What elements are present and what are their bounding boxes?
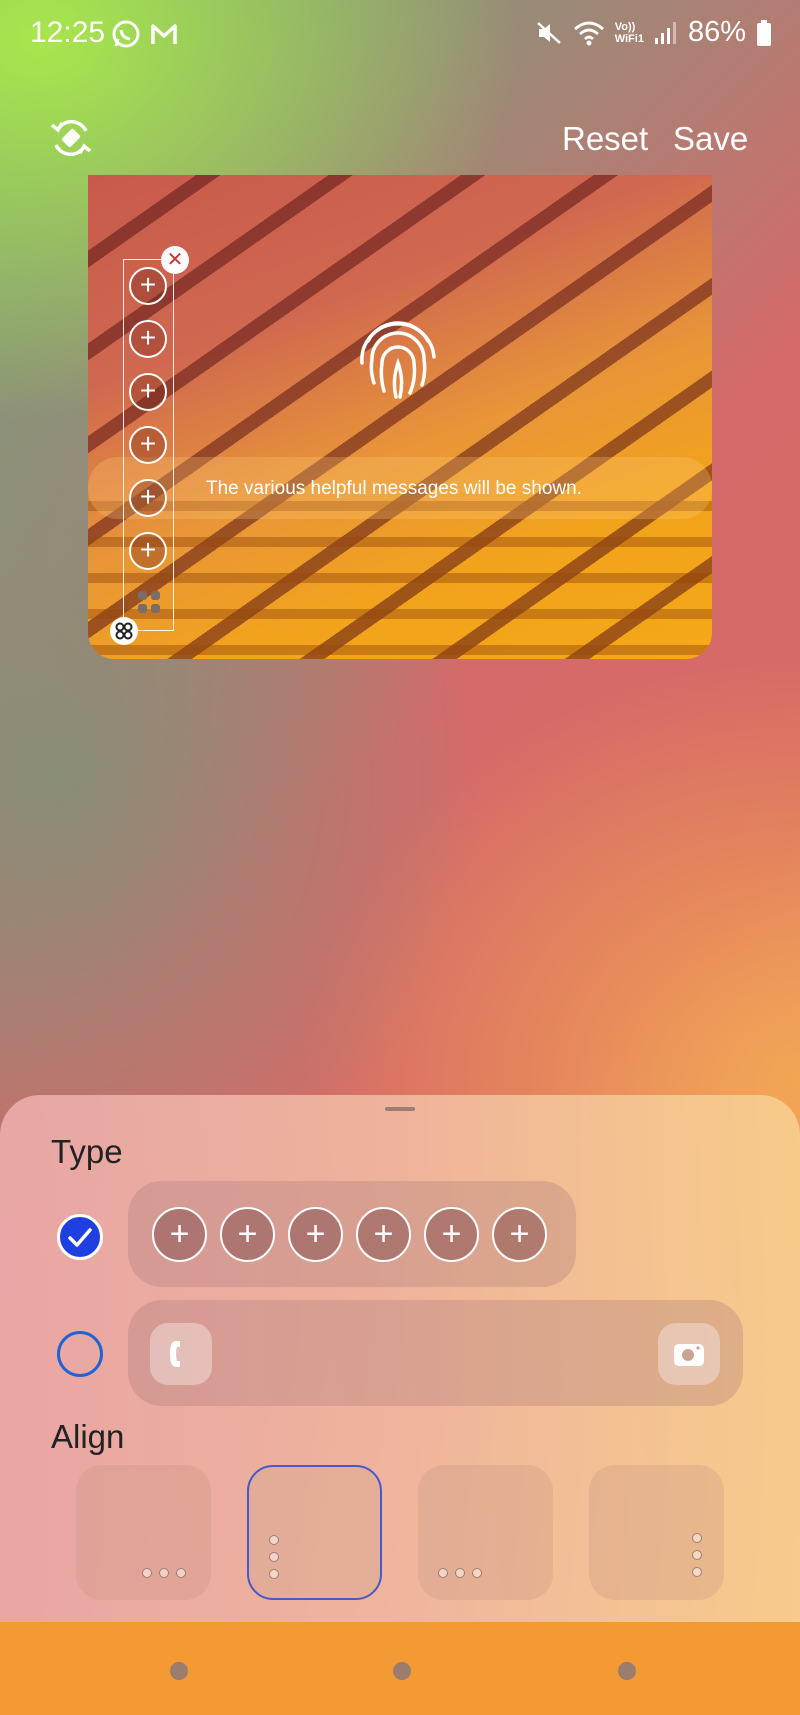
helper-message: The various helpful messages will be sho… [206, 478, 582, 499]
settings-sheet: Type + + + + + + Align [0, 1095, 800, 1625]
notification-icons [110, 18, 180, 50]
whatsapp-icon [112, 20, 140, 48]
nav-back-button[interactable] [618, 1662, 636, 1680]
dot [142, 1568, 152, 1578]
plus-icon: + [356, 1207, 411, 1262]
dot [159, 1568, 169, 1578]
add-shortcut-button[interactable]: + [129, 426, 167, 464]
apps-grid-icon [137, 590, 161, 619]
rotate-icon[interactable] [48, 115, 94, 161]
align-heading: Align [51, 1418, 125, 1455]
align-option-bottom-left-horizontal[interactable] [76, 1465, 211, 1600]
type-radio-apps[interactable] [57, 1331, 103, 1377]
type-option-add-buttons[interactable]: + + + + + + [128, 1181, 576, 1287]
plus-icon: + [288, 1207, 343, 1262]
dot [176, 1568, 186, 1578]
close-icon[interactable]: ✕ [161, 246, 189, 274]
camera-app-icon [658, 1323, 720, 1385]
add-shortcut-button[interactable]: + [129, 267, 167, 305]
navigation-bar [0, 1622, 800, 1715]
align-option-bottom-center-horizontal[interactable] [418, 1465, 553, 1600]
dot [692, 1533, 702, 1543]
dot [438, 1568, 448, 1578]
dot [472, 1568, 482, 1578]
battery-icon [757, 19, 771, 46]
clock: 12:25 [30, 16, 106, 49]
type-heading: Type [51, 1133, 123, 1170]
plus-icon: + [220, 1207, 275, 1262]
sheet-drag-handle[interactable] [385, 1107, 415, 1111]
nav-home-button[interactable] [393, 1662, 411, 1680]
align-option-left-vertical[interactable] [247, 1465, 382, 1600]
phone-app-icon [150, 1323, 212, 1385]
dot [269, 1535, 279, 1545]
plus-icon: + [492, 1207, 547, 1262]
dot [692, 1550, 702, 1560]
align-option-right-vertical[interactable] [589, 1465, 724, 1600]
battery-percent: 86% [687, 16, 746, 48]
plus-icon: + [424, 1207, 479, 1262]
add-shortcut-button[interactable]: + [129, 373, 167, 411]
type-option-app-shortcuts[interactable] [128, 1300, 743, 1406]
save-button[interactable]: Save [673, 120, 748, 158]
add-shortcut-button[interactable]: + [129, 320, 167, 358]
resize-handle-icon[interactable] [110, 617, 138, 645]
dot [692, 1567, 702, 1577]
plus-icon: + [152, 1207, 207, 1262]
dot [269, 1552, 279, 1562]
reset-button[interactable]: Reset [562, 120, 648, 158]
status-bar: 12:25 Vo)) WiFi1 86% [0, 0, 800, 68]
volte-wifi-label: Vo)) WiFi1 [614, 20, 644, 45]
checkmark-icon [68, 1228, 92, 1247]
dot [269, 1569, 279, 1579]
mute-icon [536, 21, 561, 44]
signal-icon [654, 21, 676, 44]
nav-recents-button[interactable] [170, 1662, 188, 1680]
shortcut-strip[interactable]: + + + + + + [123, 259, 174, 631]
system-icons: Vo)) WiFi1 86% [535, 16, 772, 49]
add-shortcut-button[interactable]: + [129, 479, 167, 517]
dot [455, 1568, 465, 1578]
add-shortcut-button[interactable]: + [129, 532, 167, 570]
wifi-icon [573, 21, 604, 45]
type-radio-plus-selected[interactable] [57, 1214, 103, 1260]
message-bar: The various helpful messages will be sho… [88, 457, 712, 519]
fingerprint-icon [350, 307, 446, 403]
gmail-icon [151, 24, 177, 44]
